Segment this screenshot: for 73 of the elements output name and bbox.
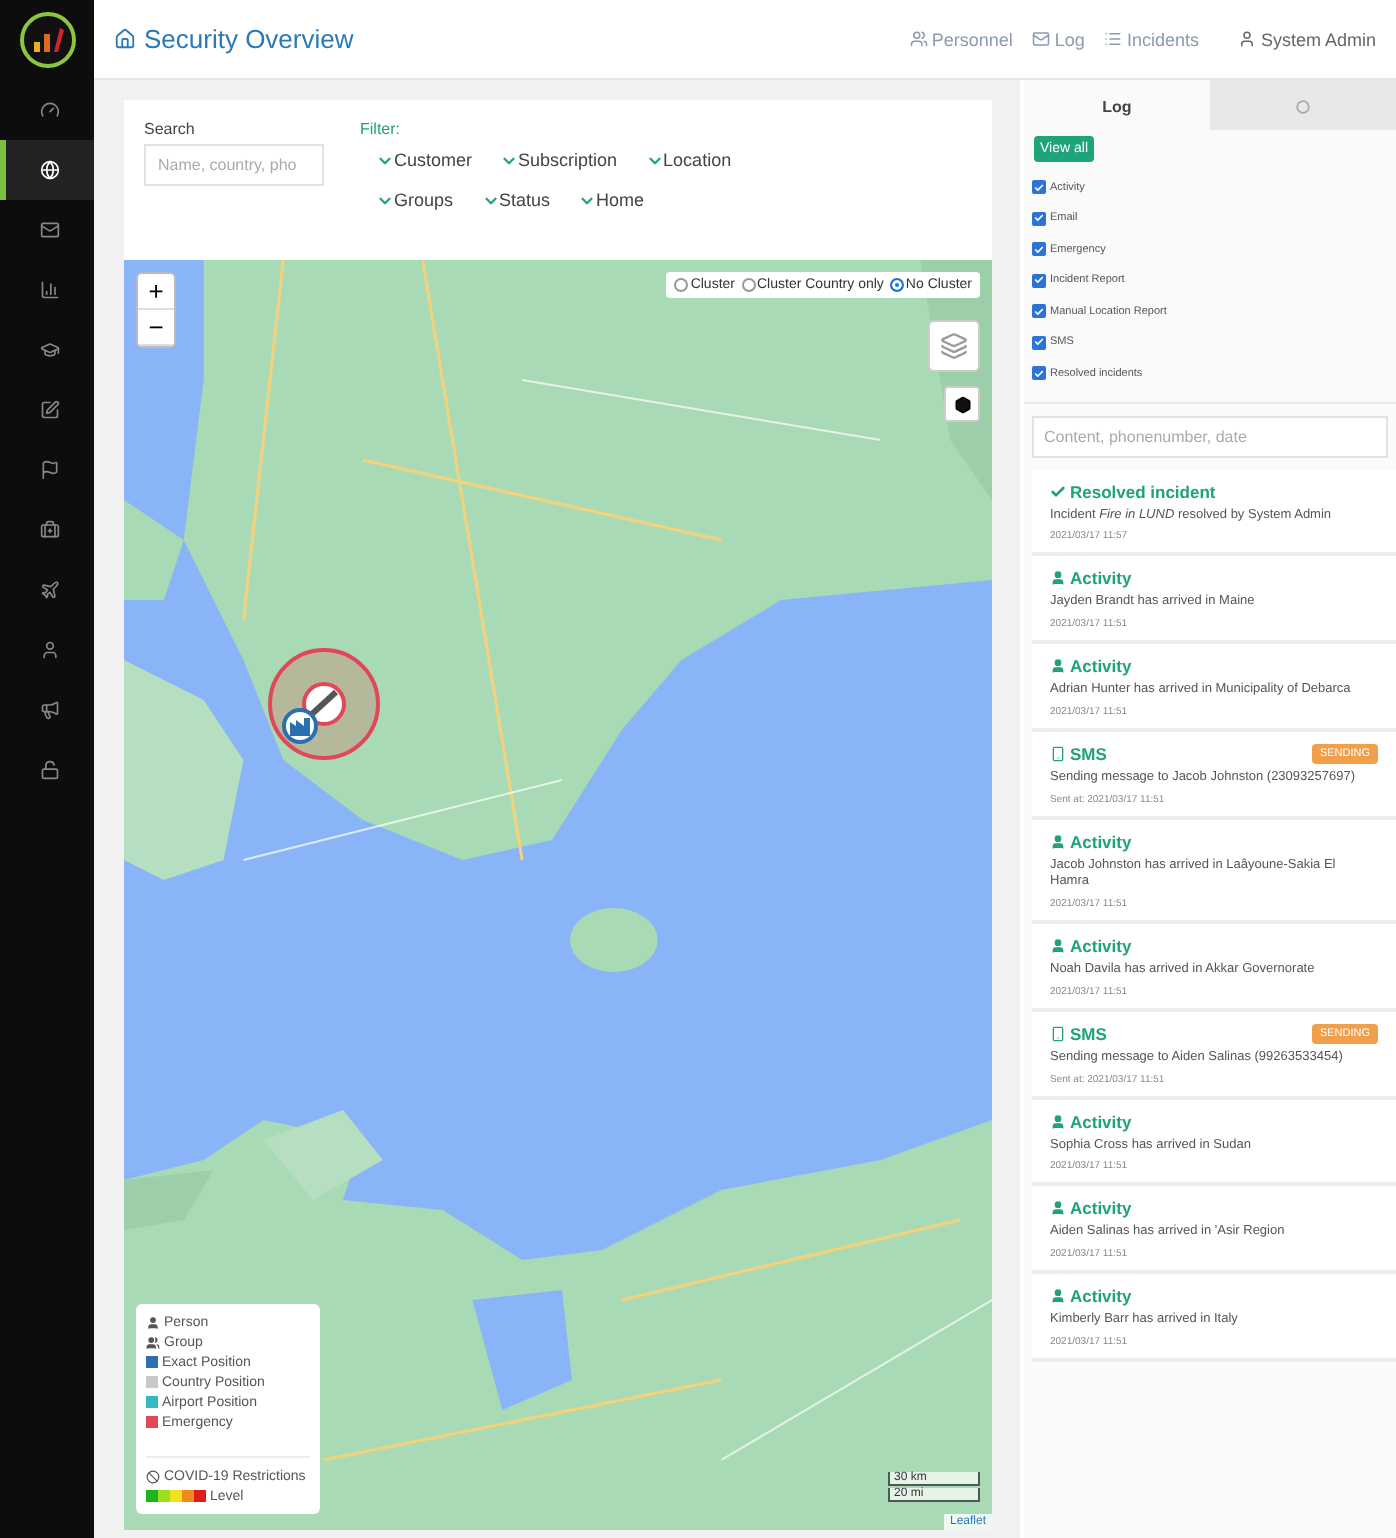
- bar-chart-icon: [40, 280, 60, 300]
- mail-icon: [1032, 30, 1051, 48]
- person-icon: [1050, 938, 1066, 955]
- person-icon: [146, 1315, 160, 1329]
- medical-kit-icon: [40, 520, 60, 540]
- checkbox[interactable]: [1032, 366, 1046, 381]
- group-icon: [146, 1335, 160, 1349]
- entry-title: Activity: [1050, 1111, 1132, 1132]
- phone-icon: [1050, 1025, 1066, 1042]
- person-icon: [1050, 658, 1066, 675]
- polygon-icon: [953, 395, 971, 413]
- entry-title: Activity: [1050, 936, 1132, 957]
- entry-title: Resolved incident: [1050, 481, 1216, 501]
- checkbox[interactable]: [1032, 304, 1046, 319]
- filter-toggle[interactable]: Location: [645, 150, 732, 170]
- zoom-button[interactable]: −: [138, 310, 174, 346]
- level-scale-icon: [146, 1490, 206, 1502]
- restriction-icon: [146, 1469, 160, 1483]
- draw-polygon-button[interactable]: [944, 386, 980, 422]
- checkbox[interactable]: [1032, 273, 1046, 288]
- search-label: Search: [144, 120, 197, 138]
- settings-icon: [1296, 100, 1310, 114]
- radio-button[interactable]: [741, 278, 755, 292]
- entry-title: Activity: [1050, 656, 1132, 677]
- person-icon: [1050, 1113, 1066, 1130]
- checkbox[interactable]: [1032, 242, 1046, 257]
- page-title: Security Overview: [144, 24, 354, 54]
- filter-toggle[interactable]: Groups: [376, 190, 454, 210]
- person-icon: [1050, 570, 1066, 587]
- user-icon: [40, 640, 60, 660]
- unlock-icon: [40, 760, 60, 780]
- users-icon: [909, 30, 928, 48]
- radio-button[interactable]: [889, 278, 904, 292]
- megaphone-icon: [40, 700, 60, 720]
- person-icon: [1050, 833, 1066, 850]
- filter-toggle[interactable]: Subscription: [500, 150, 618, 170]
- log-search-field[interactable]: Content, phonenumber, date: [1032, 415, 1388, 457]
- entry-title: SMS: [1050, 743, 1107, 764]
- layers-button[interactable]: [928, 320, 980, 372]
- entry-title: Activity: [1050, 568, 1132, 589]
- checkbox[interactable]: [1032, 211, 1046, 226]
- graduation-cap-icon: [40, 340, 60, 360]
- mail-icon: [40, 220, 60, 240]
- filter-toggle[interactable]: Home: [578, 190, 645, 210]
- person-icon: [1050, 1200, 1066, 1217]
- list-icon: [1104, 30, 1123, 48]
- user-icon: [1238, 30, 1257, 48]
- filter-toggle[interactable]: Customer: [376, 150, 473, 170]
- filter-label: Filter:: [360, 120, 402, 138]
- home-icon: [114, 28, 136, 50]
- plane-icon: [40, 580, 60, 600]
- sidebar-item[interactable]: [0, 140, 94, 200]
- globe-icon: [40, 160, 60, 180]
- entry-title: SMS: [1050, 1023, 1107, 1044]
- logo-icon: [17, 10, 77, 70]
- edit-icon: [40, 400, 60, 420]
- phone-icon: [1050, 745, 1066, 762]
- person-icon: [1050, 1288, 1066, 1305]
- zoom-button[interactable]: +: [138, 274, 174, 310]
- radio-button[interactable]: [674, 278, 689, 292]
- gauge-icon: [40, 100, 60, 120]
- layers-icon: [940, 332, 968, 360]
- search-field[interactable]: Name, country, pho: [144, 144, 324, 186]
- panel-tab[interactable]: Log: [1024, 80, 1210, 130]
- user-menu[interactable]: System Admin: [1238, 29, 1376, 49]
- flag-icon: [40, 460, 60, 480]
- entry-title: Activity: [1050, 831, 1132, 852]
- check-icon: [1050, 483, 1066, 499]
- checkbox[interactable]: [1032, 180, 1046, 195]
- entry-title: Activity: [1050, 1198, 1132, 1219]
- checkbox[interactable]: [1032, 335, 1046, 350]
- filter-toggle[interactable]: Status: [481, 190, 551, 210]
- entry-title: Activity: [1050, 1286, 1132, 1307]
